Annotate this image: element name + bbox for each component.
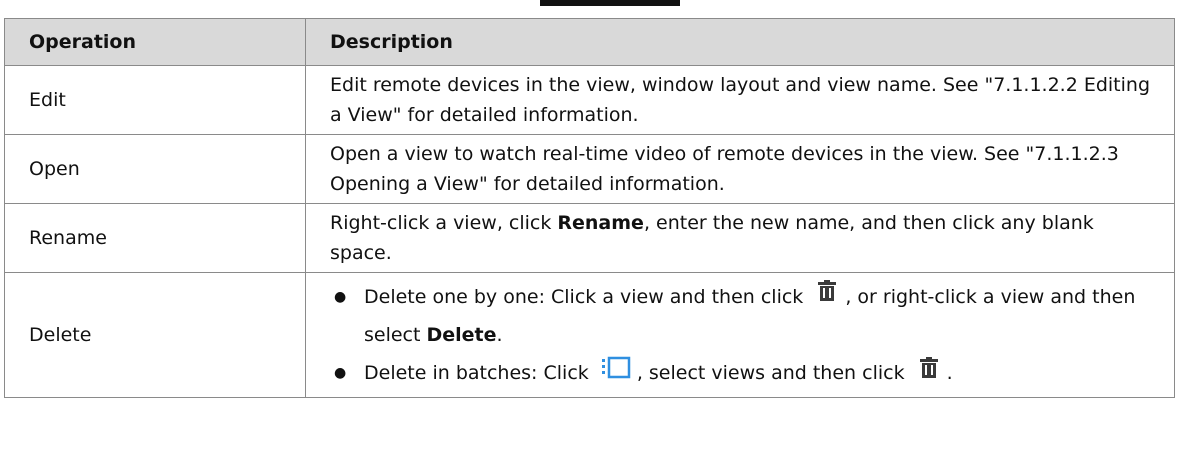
list-item: ● Delete one by one: Click a view and th… (330, 278, 1156, 355)
delete-keyword: Delete (426, 324, 497, 346)
bullet-text: Delete one by one: Click a view and then… (364, 285, 810, 308)
rename-keyword: Rename (557, 212, 644, 234)
operation-cell: Open (4, 134, 306, 204)
header-description: Description (305, 18, 1175, 66)
description-text: Right-click a view, click (330, 212, 558, 234)
table-row: Delete ● Delete one by one: Click a view… (4, 272, 1175, 398)
table-row: Rename Right-click a view, click Rename,… (4, 203, 1175, 273)
bullet-text: , select views and then click (636, 362, 911, 384)
operations-table: Operation Description Edit Edit remote d… (4, 18, 1175, 398)
operation-cell: Edit (4, 65, 306, 135)
table-header-row: Operation Description (4, 18, 1175, 66)
trash-icon (917, 355, 941, 393)
description-cell: Open a view to watch real-time video of … (305, 134, 1175, 204)
table-row: Open Open a view to watch real-time vide… (4, 134, 1175, 204)
bullet-text: . (946, 362, 953, 384)
batch-select-icon (601, 355, 631, 393)
bullet-text: Delete in batches: Click (364, 362, 595, 384)
description-cell: Right-click a view, click Rename, enter … (305, 203, 1175, 273)
list-item: ● Delete in batches: Click , select view… (330, 354, 1156, 393)
description-cell: ● Delete one by one: Click a view and th… (305, 272, 1175, 398)
bullet-text: . (496, 324, 503, 346)
table-row: Edit Edit remote devices in the view, wi… (4, 65, 1175, 135)
operation-cell: Rename (4, 203, 306, 273)
header-operation: Operation (4, 18, 306, 66)
bullet-list: ● Delete one by one: Click a view and th… (330, 278, 1156, 393)
trash-icon (815, 278, 839, 316)
bullet-dot: ● (334, 365, 347, 381)
bullet-dot: ● (334, 288, 347, 305)
description-cell: Edit remote devices in the view, window … (305, 65, 1175, 135)
cropped-title-fragment (540, 0, 680, 6)
operation-cell: Delete (4, 272, 306, 398)
